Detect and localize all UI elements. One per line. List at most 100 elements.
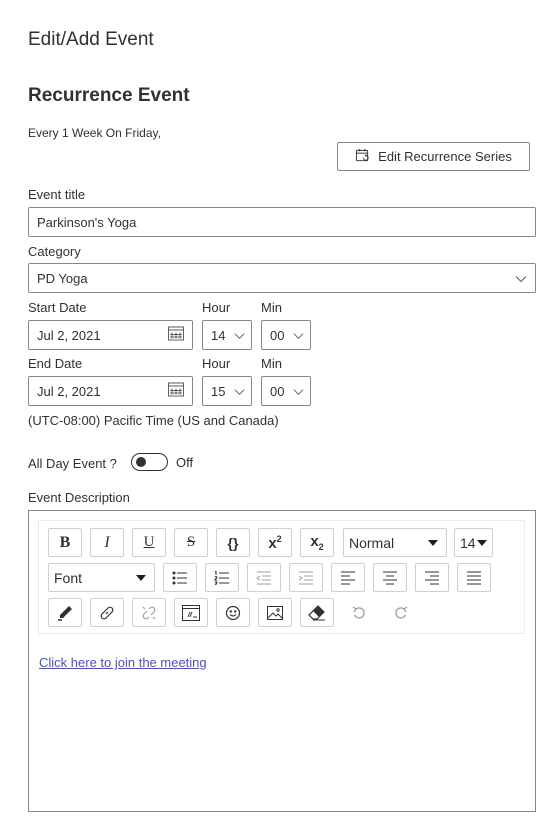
numbered-list-button[interactable] — [205, 563, 239, 592]
italic-icon: I — [104, 533, 110, 551]
end-hour-dropdown[interactable]: 15 — [202, 376, 252, 406]
all-day-label: All Day Event ? — [28, 456, 117, 471]
event-title-value: Parkinson's Yoga — [37, 214, 137, 230]
decrease-indent-button[interactable] — [247, 563, 281, 592]
underline-button[interactable]: U — [132, 528, 166, 557]
remove-link-button[interactable] — [132, 598, 166, 627]
insert-link-button[interactable] — [90, 598, 124, 627]
start-min-value: 00 — [270, 327, 285, 343]
caret-down-icon — [428, 540, 438, 546]
subscript-icon: x2 — [310, 533, 324, 552]
align-right-icon — [425, 571, 439, 584]
start-date-value: Jul 2, 2021 — [37, 327, 101, 343]
start-hour-label: Hour — [202, 300, 231, 315]
font-color-button[interactable] — [48, 598, 82, 627]
undo-icon — [352, 605, 365, 619]
timezone-label: (UTC-08:00) Pacific Time (US and Canada) — [28, 413, 279, 428]
chevron-down-icon — [515, 271, 527, 286]
event-title-input[interactable]: Parkinson's Yoga — [28, 207, 536, 237]
all-day-toggle[interactable] — [131, 453, 168, 471]
bold-icon: B — [59, 533, 71, 551]
end-hour-label: Hour — [202, 356, 231, 371]
chevron-down-icon — [234, 384, 245, 399]
join-meeting-link[interactable]: Click here to join the meeting — [39, 655, 207, 670]
calendar-icon[interactable] — [168, 382, 184, 400]
font-size-dropdown[interactable]: 14 — [454, 528, 493, 557]
category-label: Category — [28, 244, 81, 259]
code-icon: {} — [227, 534, 239, 551]
end-date-picker[interactable]: Jul 2, 2021 — [28, 376, 193, 406]
section-title: Recurrence Event — [28, 85, 190, 106]
end-min-dropdown[interactable]: 00 — [261, 376, 311, 406]
increase-indent-button[interactable] — [289, 563, 323, 592]
bulleted-list-button[interactable] — [163, 563, 197, 592]
align-center-icon — [383, 571, 397, 584]
align-center-button[interactable] — [373, 563, 407, 592]
font-family-dropdown[interactable]: Font — [48, 563, 155, 592]
image-icon — [267, 605, 283, 620]
chevron-down-icon — [234, 328, 245, 343]
panel-title: Edit/Add Event — [28, 29, 154, 50]
paragraph-style-value: Normal — [349, 534, 395, 551]
redo-button[interactable] — [384, 598, 418, 627]
subscript-button[interactable]: x2 — [300, 528, 334, 557]
superscript-button[interactable]: x2 — [258, 528, 292, 557]
insert-html-button[interactable] — [174, 598, 208, 627]
start-date-label: Start Date — [28, 300, 87, 315]
category-dropdown[interactable]: PD Yoga — [28, 263, 536, 293]
start-hour-dropdown[interactable]: 14 — [202, 320, 252, 350]
all-day-state: Off — [176, 455, 194, 470]
eraser-icon — [308, 604, 325, 620]
bulleted-list-icon — [172, 571, 187, 584]
bold-button[interactable]: B — [48, 528, 82, 557]
italic-button[interactable]: I — [90, 528, 124, 557]
recurrence-summary: Every 1 Week On Friday, — [28, 126, 161, 140]
code-button[interactable]: {} — [216, 528, 250, 557]
event-description-label: Event Description — [28, 490, 130, 505]
strikethrough-button[interactable]: S — [174, 528, 208, 557]
justify-icon — [467, 571, 481, 584]
chevron-down-icon — [293, 384, 304, 399]
insert-emoji-button[interactable] — [216, 598, 250, 627]
clear-formatting-button[interactable] — [300, 598, 334, 627]
end-date-value: Jul 2, 2021 — [37, 383, 101, 399]
justify-button[interactable] — [457, 563, 491, 592]
calendar-sync-icon — [355, 148, 370, 166]
caret-down-icon — [136, 575, 146, 581]
category-value: PD Yoga — [37, 270, 88, 286]
strikethrough-icon: S — [186, 534, 196, 550]
numbered-list-icon — [214, 570, 229, 585]
code-block-icon — [182, 604, 200, 621]
insert-image-button[interactable] — [258, 598, 292, 627]
paragraph-style-dropdown[interactable]: Normal — [343, 528, 447, 557]
end-hour-value: 15 — [211, 383, 226, 399]
font-family-value: Font — [54, 569, 83, 586]
pen-icon — [58, 605, 72, 621]
align-left-button[interactable] — [331, 563, 365, 592]
caret-down-icon — [477, 540, 487, 546]
increase-indent-icon — [298, 571, 313, 584]
decrease-indent-icon — [256, 571, 271, 584]
align-left-icon — [341, 571, 355, 584]
unlink-icon — [142, 606, 156, 619]
undo-button[interactable] — [342, 598, 376, 627]
event-title-label: Event title — [28, 187, 86, 202]
edit-recurrence-series-label: Edit Recurrence Series — [378, 149, 512, 164]
toggle-knob — [136, 457, 146, 467]
align-right-button[interactable] — [415, 563, 449, 592]
chevron-down-icon — [293, 328, 304, 343]
end-date-label: End Date — [28, 356, 83, 371]
start-hour-value: 14 — [211, 327, 226, 343]
font-size-value: 14 — [460, 534, 476, 551]
end-min-value: 00 — [270, 383, 285, 399]
end-min-label: Min — [261, 356, 282, 371]
edit-recurrence-series-button[interactable]: Edit Recurrence Series — [337, 142, 530, 171]
smiley-icon — [225, 605, 241, 620]
underline-icon: U — [143, 534, 155, 550]
start-min-dropdown[interactable]: 00 — [261, 320, 311, 350]
start-date-picker[interactable]: Jul 2, 2021 — [28, 320, 193, 350]
link-icon — [100, 606, 114, 619]
redo-icon — [395, 605, 408, 619]
start-min-label: Min — [261, 300, 282, 315]
calendar-icon[interactable] — [168, 326, 184, 344]
